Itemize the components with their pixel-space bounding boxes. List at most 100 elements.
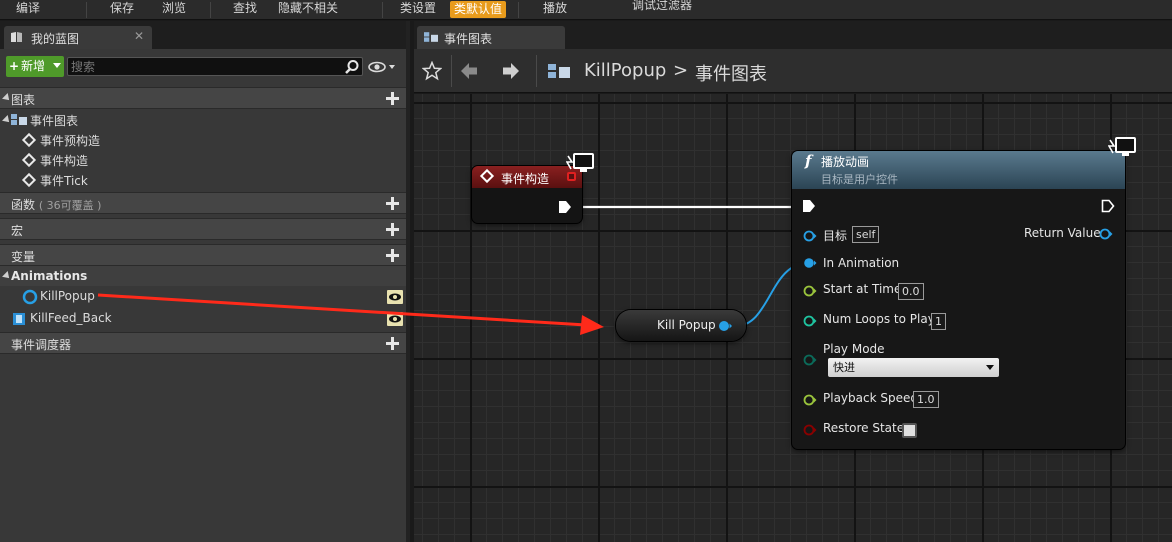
section-macros[interactable]: 宏: [0, 218, 406, 240]
num-loops-input[interactable]: 1: [931, 313, 946, 330]
graph-tab-bar: 事件图表: [414, 21, 1172, 49]
restore-state-checkbox[interactable]: [902, 423, 917, 438]
eye-visibility-icon[interactable]: [387, 312, 403, 326]
variable-node-label: Kill Popup: [657, 318, 716, 332]
in-animation-label: In Animation: [823, 256, 900, 270]
functions-label: 函数: [11, 198, 36, 212]
breadcrumb-blueprint[interactable]: KillPopup: [584, 60, 666, 81]
tree-item-event-graph[interactable]: 事件图表: [0, 110, 406, 130]
back-arrow-icon[interactable]: [459, 61, 479, 81]
add-event-dispatcher-button[interactable]: [385, 336, 400, 351]
section-functions[interactable]: 函数 ( 36可覆盖 ): [0, 192, 406, 214]
section-event-dispatchers[interactable]: 事件调度器: [0, 332, 406, 354]
tree-item-label: 事件图表: [30, 114, 79, 128]
tree-item-label: 事件Tick: [40, 174, 88, 188]
close-icon[interactable]: ✕: [134, 29, 144, 43]
event-diamond-icon: [21, 132, 37, 148]
plus-icon: +: [9, 59, 20, 73]
section-label: 事件调度器: [11, 338, 72, 352]
tree-item-construct[interactable]: 事件构造: [0, 150, 406, 170]
node-title: 事件构造: [501, 172, 550, 186]
in-animation-pin[interactable]: [803, 256, 817, 270]
save-button[interactable]: 保存: [110, 0, 134, 19]
restore-state-pin[interactable]: [803, 423, 817, 437]
view-options-icon[interactable]: [367, 58, 399, 76]
eye-visibility-icon[interactable]: [387, 290, 403, 304]
num-loops-label: Num Loops to Play: [823, 312, 935, 326]
toolbar-divider: [210, 2, 211, 18]
play-mode-label: Play Mode: [823, 342, 885, 356]
event-diamond-icon: [21, 152, 37, 168]
playback-speed-input[interactable]: 1.0: [913, 391, 939, 408]
num-loops-pin[interactable]: [803, 314, 817, 328]
book-icon: [11, 32, 22, 42]
target-value[interactable]: self: [852, 226, 880, 243]
breadcrumb-graph[interactable]: 事件图表: [695, 60, 767, 86]
chevron-down-icon: [53, 63, 61, 68]
exec-in-pin[interactable]: [802, 199, 816, 213]
event-graph-icon: [11, 114, 27, 125]
tab-my-blueprint[interactable]: 我的蓝图 ✕: [4, 26, 152, 49]
nav-divider: [536, 55, 537, 87]
tree-item-label: 事件构造: [40, 154, 89, 168]
event-diamond-icon: [21, 172, 37, 188]
add-graph-button[interactable]: [385, 91, 400, 106]
my-blueprint-panel: 我的蓝图 ✕ + 新增 图表: [0, 21, 410, 542]
play-mode-pin[interactable]: [803, 353, 817, 367]
tab-event-graph[interactable]: 事件图表: [417, 26, 565, 49]
category-animations[interactable]: Animations: [0, 266, 406, 286]
function-f-icon: f: [805, 152, 812, 170]
target-pin[interactable]: [803, 229, 817, 243]
add-macro-button[interactable]: [385, 222, 400, 237]
event-graph-icon: [548, 64, 570, 78]
browse-button[interactable]: 浏览: [162, 0, 186, 19]
play-mode-value: 快进: [833, 361, 855, 374]
start-at-time-pin[interactable]: [803, 284, 817, 298]
tab-label: 我的蓝图: [31, 32, 80, 46]
hide-unrelated-button[interactable]: 隐藏不相关: [278, 0, 338, 19]
add-new-button[interactable]: + 新增: [6, 56, 64, 77]
kill-popup-variable-node[interactable]: Kill Popup: [616, 310, 746, 341]
section-graphs[interactable]: 图表: [0, 87, 406, 109]
variable-killpopup[interactable]: KillPopup: [0, 287, 406, 307]
class-settings-button[interactable]: 类设置: [400, 0, 436, 19]
star-icon[interactable]: [422, 61, 442, 81]
nav-divider: [451, 55, 452, 87]
tree-item-pre-construct[interactable]: 事件预构造: [0, 130, 406, 150]
section-label: 宏: [11, 224, 24, 238]
debug-filter-dropdown[interactable]: 调试过滤器: [632, 0, 692, 16]
start-at-time-input[interactable]: 0.0: [898, 283, 924, 300]
node-title: 播放动画: [821, 155, 870, 169]
widget-variable-icon: [13, 313, 25, 325]
node-subtitle: 目标是用户控件: [821, 173, 898, 186]
add-new-label: 新增: [21, 59, 46, 73]
search-icon[interactable]: [344, 59, 360, 75]
search-box: [67, 57, 363, 76]
tree-item-tick[interactable]: 事件Tick: [0, 170, 406, 190]
variable-killfeed-back[interactable]: KillFeed_Back: [0, 309, 406, 329]
monitor-icon: [566, 153, 594, 172]
forward-arrow-icon[interactable]: [501, 61, 521, 81]
find-button[interactable]: 查找: [233, 0, 257, 19]
play-mode-dropdown[interactable]: 快进: [828, 358, 999, 377]
chevron-down-icon: [986, 365, 994, 370]
graph-nav-bar: KillPopup > 事件图表: [414, 49, 1172, 93]
section-label: 图表: [11, 93, 36, 107]
section-variables[interactable]: 变量: [0, 244, 406, 266]
add-variable-button[interactable]: [385, 248, 400, 263]
add-function-button[interactable]: [385, 196, 400, 211]
search-input[interactable]: [71, 59, 341, 74]
play-button[interactable]: 播放: [543, 0, 567, 19]
compile-button[interactable]: 编译: [16, 0, 40, 19]
variable-name: KillPopup: [40, 289, 95, 303]
exec-out-pin[interactable]: [1101, 199, 1115, 213]
section-label: 函数 ( 36可覆盖 ): [11, 196, 101, 213]
main-toolbar: 编译 保存 浏览 查找 隐藏不相关 类设置 类默认值 播放 调试过滤器: [0, 0, 1172, 20]
start-at-time-label: Start at Time: [823, 282, 902, 296]
exec-out-pin[interactable]: [558, 200, 572, 214]
variable-output-pin[interactable]: [717, 319, 733, 333]
return-value-pin[interactable]: [1098, 227, 1114, 241]
tab-label: 事件图表: [444, 32, 493, 46]
playback-speed-pin[interactable]: [803, 393, 817, 407]
class-defaults-button[interactable]: 类默认值: [450, 1, 507, 18]
